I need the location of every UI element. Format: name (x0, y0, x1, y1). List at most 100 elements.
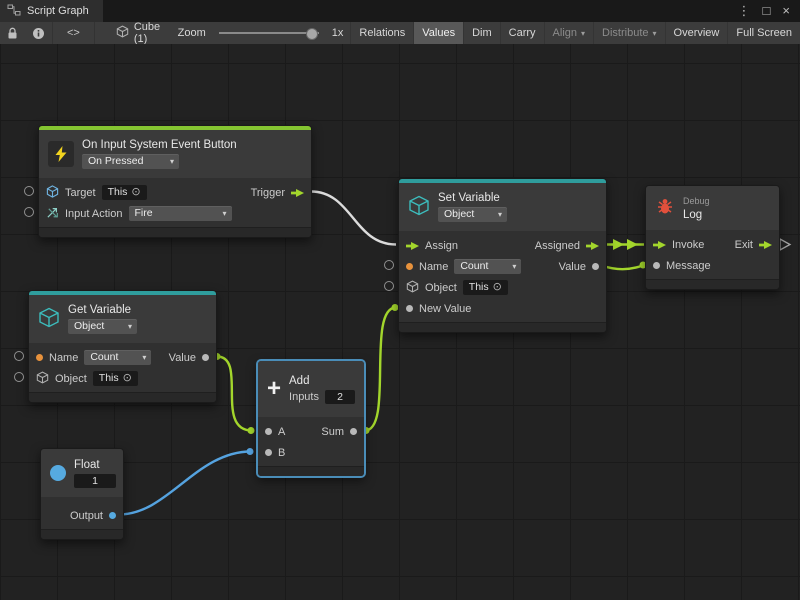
target-input-port[interactable] (24, 186, 34, 196)
variable-scope-dropdown[interactable]: Object ▾ (68, 319, 137, 334)
message-row: Message (646, 255, 779, 276)
cube-icon (36, 371, 49, 387)
distribute-dropdown-button[interactable]: Distribute▾ (593, 22, 664, 44)
event-mode-dropdown[interactable]: On Pressed ▾ (82, 154, 179, 169)
code-view-icon[interactable]: <> (53, 22, 94, 44)
lock-icon[interactable] (0, 22, 25, 44)
message-input-port[interactable] (653, 262, 660, 269)
dim-button[interactable]: Dim (463, 22, 500, 44)
object-picker-icon: ⊙ (493, 282, 502, 293)
object-chip[interactable]: This ⊙ (93, 371, 138, 386)
caret-down-icon: ▾ (142, 353, 146, 362)
graph-canvas[interactable]: On Input System Event Button On Pressed … (0, 44, 800, 600)
node-set-variable[interactable]: Set Variable Object ▾ Assign Assigned (398, 178, 607, 333)
invoke-row: Invoke Exit (646, 234, 779, 255)
node-footer (41, 529, 123, 539)
object-chip[interactable]: This ⊙ (463, 280, 508, 295)
variable-scope-dropdown[interactable]: Object ▾ (438, 207, 507, 222)
variable-cube-icon (38, 307, 60, 332)
float-output-port[interactable] (109, 512, 116, 519)
wire-float-to-add-b[interactable] (116, 448, 254, 518)
float-value-field[interactable]: 1 (74, 474, 116, 488)
input-action-dropdown[interactable]: Fire ▾ (129, 206, 232, 221)
setvariable-name-port[interactable] (384, 260, 394, 270)
carry-button[interactable]: Carry (500, 22, 544, 44)
node-category: Debug (683, 196, 710, 206)
variable-name-dropdown[interactable]: Count ▾ (84, 350, 151, 365)
zoom-label: Zoom (178, 27, 206, 39)
inputs-count-field[interactable]: 2 (325, 390, 355, 404)
a-input-port[interactable] (265, 428, 272, 435)
zoom-slider[interactable] (219, 32, 319, 34)
info-icon[interactable] (25, 22, 52, 44)
variable-cube-icon (408, 195, 430, 220)
zoom-slider-handle[interactable] (306, 28, 318, 40)
node-get-variable[interactable]: Get Variable Object ▾ Name Count ▾ (28, 290, 217, 403)
caret-down-icon: ▾ (512, 262, 516, 271)
values-button[interactable]: Values (413, 22, 463, 44)
assign-input-port[interactable] (406, 241, 419, 251)
overview-button[interactable]: Overview (665, 22, 728, 44)
a-row: A Sum (258, 421, 364, 442)
getvariable-object-port[interactable] (14, 372, 24, 382)
exit-output-port[interactable] (759, 240, 772, 250)
unity-visual-scripting-window: Script Graph ⋮ □ × <> Cube ( (0, 0, 800, 600)
new-value-input-port[interactable] (406, 305, 413, 312)
toolbar-separator (94, 22, 95, 44)
relations-button[interactable]: Relations (350, 22, 413, 44)
wire-sum-to-newvalue[interactable] (363, 304, 399, 434)
exit-port-arrow[interactable] (780, 239, 790, 250)
wire-trigger-to-assign[interactable] (311, 192, 396, 245)
node-footer (29, 392, 216, 402)
lightning-bolt-icon (48, 141, 74, 167)
caret-down-icon: ▾ (128, 322, 132, 331)
node-title: Add (289, 375, 309, 387)
getvariable-name-port[interactable] (14, 351, 24, 361)
input-action-input-port[interactable] (24, 207, 34, 217)
name-input-port[interactable] (406, 263, 413, 270)
variable-name-dropdown[interactable]: Count ▾ (454, 259, 521, 274)
node-add[interactable]: + Add Inputs 2 A Sum (257, 360, 365, 477)
align-dropdown-button[interactable]: Align▾ (544, 22, 593, 44)
object-row: Object This ⊙ (399, 277, 606, 298)
caret-down-icon: ▾ (222, 209, 226, 218)
window-maximize-icon[interactable]: □ (757, 0, 777, 22)
fullscreen-button[interactable]: Full Screen (727, 22, 800, 44)
value-output-port[interactable] (202, 354, 209, 361)
name-input-port[interactable] (36, 354, 43, 361)
window-controls: ⋮ □ × (732, 0, 800, 22)
sum-output-port[interactable] (350, 428, 357, 435)
node-footer (258, 466, 364, 476)
input-action-row: Input Action Fire ▾ (39, 203, 311, 224)
assigned-output-port[interactable] (586, 241, 599, 251)
bug-icon (655, 197, 675, 220)
value-output-port[interactable] (592, 263, 599, 270)
zoom-value: 1x (332, 27, 344, 39)
tab-title: Script Graph (27, 5, 89, 17)
window-close-icon[interactable]: × (776, 0, 796, 22)
graph-target-label: Cube (1) (134, 21, 164, 45)
graph-toolbar: <> Cube (1) Zoom 1x Relations Values Dim… (0, 22, 800, 45)
window-menu-icon[interactable]: ⋮ (732, 0, 757, 22)
node-footer (399, 322, 606, 332)
name-row: Name Count ▾ Value (29, 347, 216, 368)
setvariable-object-port[interactable] (384, 281, 394, 291)
b-row: B (258, 442, 364, 463)
node-debug-log[interactable]: Debug Log Invoke Exit Message (645, 185, 780, 290)
wire-getvariable-to-add-a[interactable] (214, 353, 255, 434)
node-title: Set Variable (438, 192, 500, 204)
node-on-input-system-event-button[interactable]: On Input System Event Button On Pressed … (38, 125, 312, 238)
target-object-chip[interactable]: This ⊙ (102, 185, 147, 200)
b-input-port[interactable] (265, 449, 272, 456)
invoke-input-port[interactable] (653, 240, 666, 250)
node-footer (39, 227, 311, 237)
gameobject-icon (46, 185, 59, 201)
wire-assigned-to-invoke[interactable] (607, 239, 644, 250)
output-row: Output (41, 505, 123, 526)
node-float[interactable]: Float 1 Output (40, 448, 124, 540)
tab-script-graph[interactable]: Script Graph (0, 0, 103, 22)
graph-target[interactable]: Cube (1) (109, 22, 171, 44)
trigger-output-port[interactable] (291, 188, 304, 198)
object-picker-icon: ⊙ (123, 373, 132, 384)
new-value-row: New Value (399, 298, 606, 319)
